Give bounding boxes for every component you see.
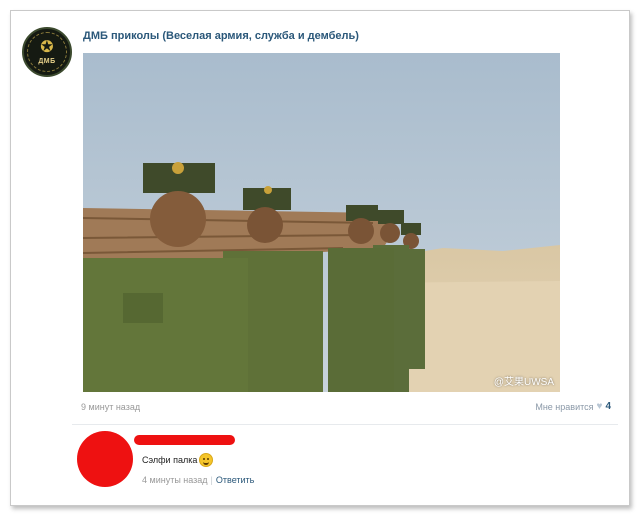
photo-watermark: @艾果UWSA bbox=[493, 377, 554, 388]
smile-emoji-icon bbox=[199, 453, 214, 467]
group-avatar[interactable]: ✪ ДМБ bbox=[22, 27, 72, 77]
commenter-avatar-redacted[interactable] bbox=[77, 431, 133, 487]
heart-icon: ♥ bbox=[596, 401, 603, 412]
post-photo[interactable]: @艾果UWSA bbox=[83, 53, 560, 392]
like-label: Мне нравится bbox=[535, 401, 594, 412]
comment-body: Сэлфи палка bbox=[142, 455, 198, 465]
comment-meta: 4 минуты назад | Ответить bbox=[142, 475, 254, 485]
avatar-ring-decoration bbox=[27, 32, 67, 72]
like-button[interactable]: Мне нравится ♥ 4 bbox=[535, 401, 611, 412]
post-timestamp[interactable]: 9 минут назад bbox=[81, 402, 140, 412]
photo-illustration bbox=[83, 53, 560, 392]
reply-link[interactable]: Ответить bbox=[216, 475, 254, 485]
comment-time[interactable]: 4 минуты назад bbox=[142, 475, 208, 485]
like-count: 4 bbox=[605, 401, 611, 412]
comment-divider bbox=[72, 424, 618, 425]
meta-separator: | bbox=[210, 475, 213, 485]
comment-text: Сэлфи палка bbox=[142, 453, 214, 467]
group-name-link[interactable]: ДМБ приколы (Веселая армия, служба и дем… bbox=[83, 30, 359, 42]
commenter-name-redacted[interactable] bbox=[134, 435, 235, 445]
